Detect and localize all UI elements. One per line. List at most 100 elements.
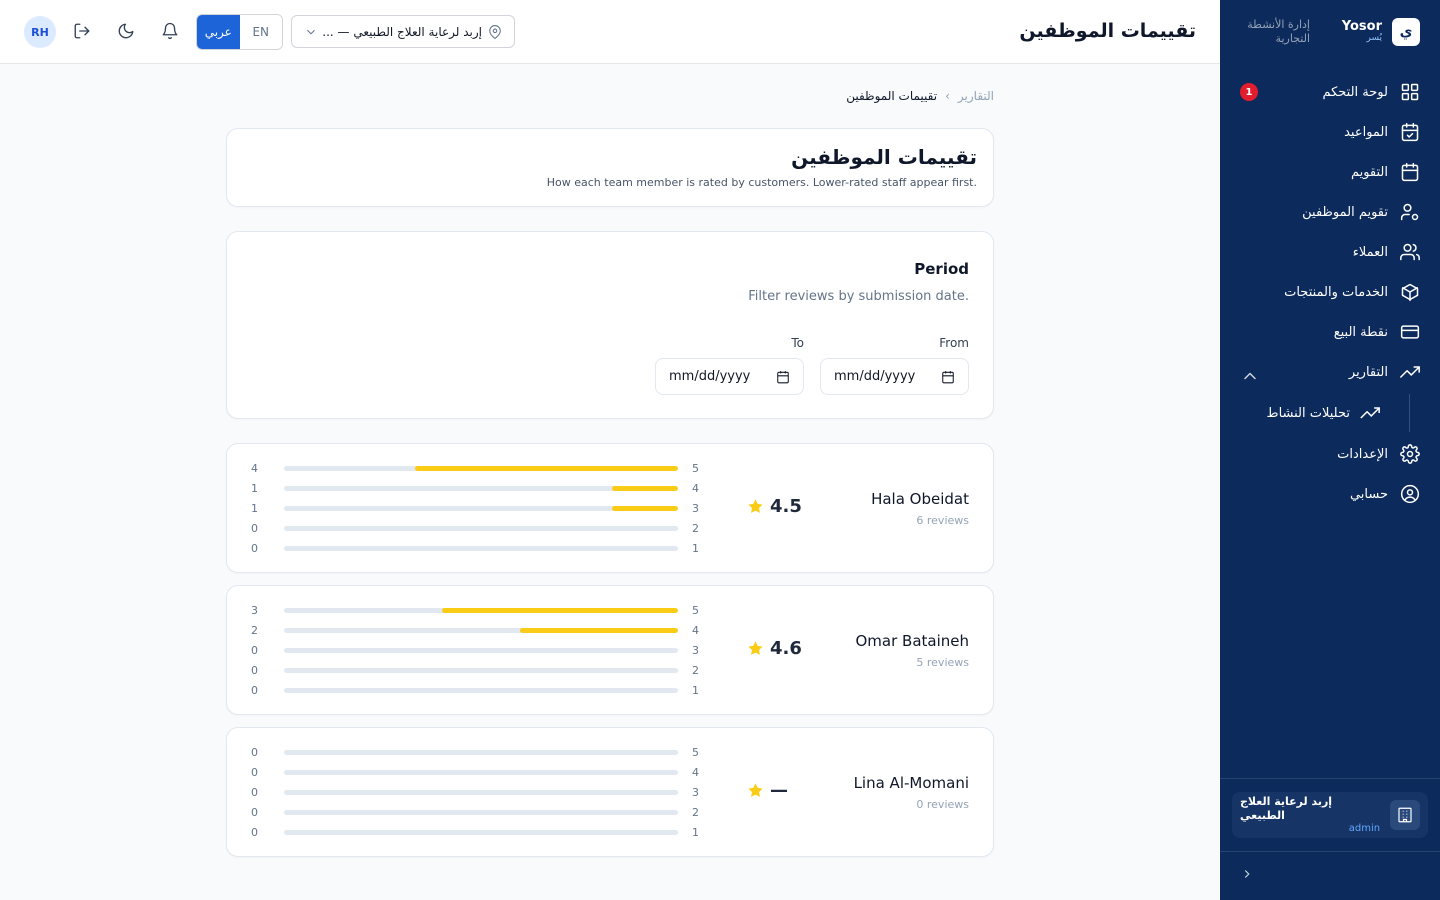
star-icon — [748, 783, 763, 797]
rating-count: 1 — [251, 481, 258, 495]
rating-count: 0 — [251, 663, 258, 677]
average-rating: 4.5 — [747, 496, 802, 517]
sidebar-item-label: المواعيد — [1344, 124, 1388, 140]
period-subtitle: Filter reviews by submission date. — [748, 289, 969, 304]
star-level: 5 — [692, 461, 699, 475]
rating-count: 4 — [251, 461, 258, 475]
from-date-value: mm/dd/yyyy — [834, 369, 916, 384]
sidebar-item-pos[interactable]: نقطة البيع — [1220, 312, 1440, 352]
rating-count: 0 — [251, 785, 258, 799]
star-level: 4 — [692, 623, 699, 637]
rating-count: 3 — [251, 603, 258, 617]
logout-icon[interactable] — [73, 22, 93, 42]
rating-distribution: 0504030201 — [251, 742, 701, 842]
rating-bar-fill — [441, 607, 678, 613]
sidebar-item-label: نقطة البيع — [1333, 324, 1388, 340]
to-label: To — [791, 336, 804, 350]
rating-value: 4.5 — [770, 496, 802, 517]
breadcrumb-reports-link[interactable]: التقارير — [958, 89, 994, 103]
location-select[interactable]: إربد لرعاية العلاج الطبيعي — ... — [291, 15, 515, 48]
notification-badge: 1 — [1240, 83, 1258, 101]
distribution-row: 24 — [251, 620, 701, 640]
star-level: 4 — [692, 765, 699, 779]
distribution-row: 01 — [251, 538, 701, 558]
lang-en-button[interactable]: EN — [239, 15, 282, 49]
calendar-icon[interactable] — [941, 370, 955, 384]
sidebar: ي Yosor يُسر إدارة الأنشطة التجارية 1 لو… — [1220, 0, 1440, 900]
rating-count: 0 — [251, 805, 258, 819]
sidebar-item-appointments[interactable]: المواعيد — [1220, 112, 1440, 152]
sidebar-item-account[interactable]: حسابي — [1220, 474, 1440, 514]
rating-count: 0 — [251, 643, 258, 657]
rating-count: 0 — [251, 541, 258, 555]
language-switch: عربي EN — [196, 14, 283, 50]
distribution-row: 02 — [251, 518, 701, 538]
rating-count: 0 — [251, 521, 258, 535]
sidebar-item-activity-analytics[interactable]: تحليلات النشاط — [1220, 392, 1440, 434]
calendar-check-icon — [1401, 122, 1419, 142]
star-level: 2 — [692, 805, 699, 819]
sidebar-item-services[interactable]: الخدمات والمنتجات — [1220, 272, 1440, 312]
lang-ar-button[interactable]: عربي — [197, 15, 240, 49]
rating-bar-track — [284, 627, 678, 633]
collapse-sidebar-button[interactable] — [1240, 866, 1258, 884]
sidebar-item-customers[interactable]: العملاء — [1220, 232, 1440, 272]
sidebar-item-label: تقويم الموظفين — [1302, 204, 1388, 220]
chevron-up-icon — [1244, 372, 1256, 380]
rating-bar-fill — [612, 485, 678, 491]
user-avatar[interactable]: RH — [24, 16, 56, 48]
rating-bar-track — [284, 687, 678, 693]
sidebar-item-label: تحليلات النشاط — [1266, 405, 1350, 421]
rating-count: 2 — [251, 623, 258, 637]
sidebar-item-label: الخدمات والمنتجات — [1284, 284, 1388, 300]
star-level: 3 — [692, 785, 699, 799]
distribution-row: 45 — [251, 458, 701, 478]
grid-icon — [1401, 83, 1419, 101]
user-role: admin — [1348, 822, 1381, 834]
rating-bar-track — [284, 525, 678, 531]
to-date-input[interactable]: mm/dd/yyyy — [655, 358, 804, 395]
distribution-row: 01 — [251, 822, 701, 842]
trending-up-icon — [1400, 366, 1420, 378]
sidebar-item-staff-calendar[interactable]: تقويم الموظفين — [1220, 192, 1440, 232]
star-level: 2 — [692, 663, 699, 677]
sidebar-item-calendar[interactable]: التقويم — [1220, 152, 1440, 192]
average-rating: 4.6 — [747, 638, 802, 659]
brand-sub: يُسر — [1366, 33, 1383, 44]
review-count: 0 reviews — [916, 798, 969, 811]
period-filter-card: Period Filter reviews by submission date… — [226, 231, 994, 419]
distribution-row: 04 — [251, 762, 701, 782]
star-level: 5 — [692, 745, 699, 759]
sidebar-item-dashboard[interactable]: 1 لوحة التحكم — [1220, 72, 1440, 112]
bell-icon[interactable] — [161, 22, 181, 42]
sidebar-item-label: العملاء — [1352, 244, 1388, 260]
brand-tagline: إدارة الأنشطة التجارية — [1247, 17, 1310, 45]
rating-bar-fill — [520, 627, 678, 633]
sidebar-item-label: التقويم — [1350, 164, 1388, 180]
calendar-icon[interactable] — [776, 370, 790, 384]
rating-bar-track — [284, 545, 678, 551]
sidebar-item-label: لوحة التحكم — [1322, 84, 1388, 100]
rating-bar-track — [284, 647, 678, 653]
rating-value: — — [770, 780, 788, 801]
header-card: تقييمات الموظفين How each team member is… — [226, 128, 994, 207]
sidebar-item-settings[interactable]: الإعدادات — [1220, 434, 1440, 474]
chevron-left-icon: ‹ — [945, 89, 950, 103]
rating-bar-track — [284, 667, 678, 673]
review-count: 5 reviews — [916, 656, 969, 669]
sidebar-item-label: التقارير — [1348, 364, 1388, 380]
organization-name: إربد لرعاية العلاج الطبيعي — [1240, 795, 1333, 822]
rating-count: 1 — [251, 501, 258, 515]
sidebar-item-reports[interactable]: التقارير — [1220, 352, 1440, 392]
dark-mode-icon[interactable] — [117, 22, 137, 42]
rating-bar-track — [284, 485, 678, 491]
distribution-row: 05 — [251, 742, 701, 762]
from-date-input[interactable]: mm/dd/yyyy — [820, 358, 969, 395]
distribution-row: 03 — [251, 782, 701, 802]
staff-rating-card: Lina Al-Momani 0 reviews —0 5 0 4 0 3 0 2 0 1 — [226, 727, 994, 857]
organization-switcher[interactable]: إربد لرعاية العلاج الطبيعي admin — [1232, 792, 1428, 838]
star-icon — [748, 641, 763, 655]
gear-icon — [1400, 444, 1420, 464]
users-icon — [1400, 243, 1420, 261]
star-level: 5 — [692, 603, 699, 617]
